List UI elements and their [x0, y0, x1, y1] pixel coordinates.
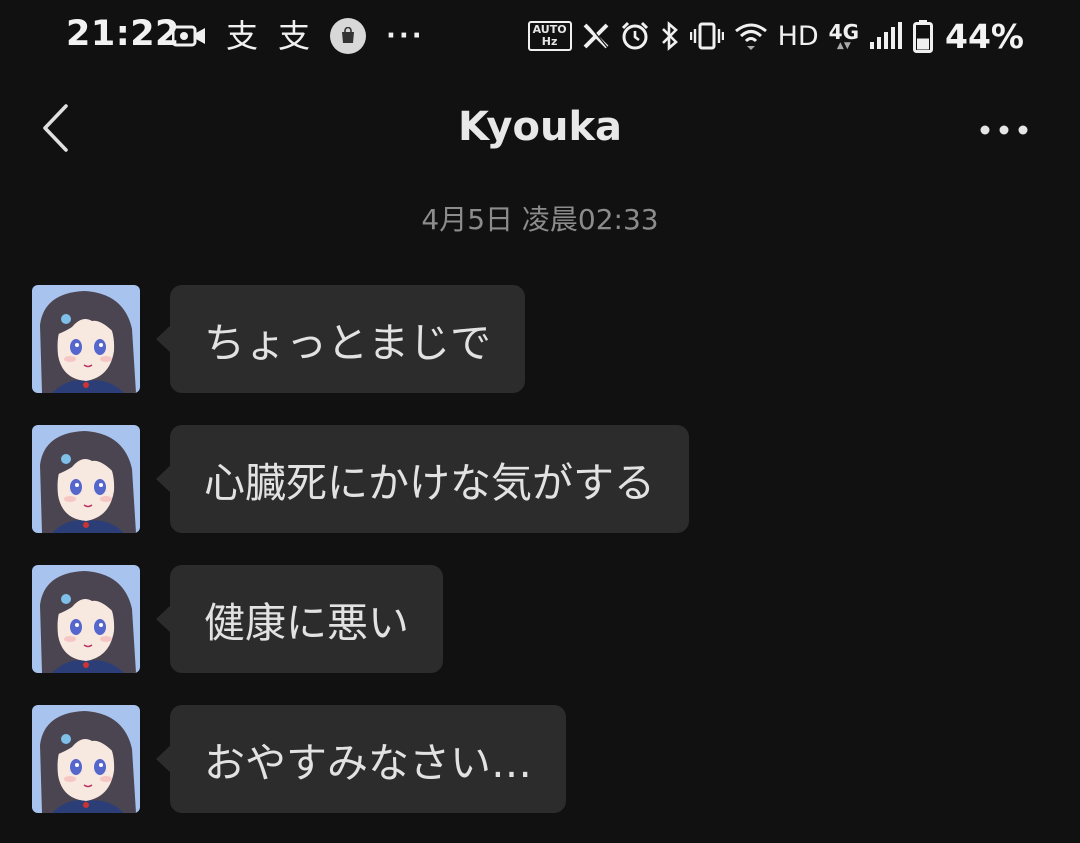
video-record-icon: [172, 24, 206, 48]
avatar[interactable]: [32, 565, 140, 673]
more-options-button[interactable]: [974, 112, 1034, 148]
more-horizontal-icon: [979, 121, 1029, 140]
battery-percent: 44%: [945, 16, 1024, 56]
chat-screen: 21:22 支 支 ··· AUTO Hz HD 4G ▲▼ 44% Kyouk…: [0, 0, 1080, 843]
battery-icon: [913, 19, 933, 53]
hd-voice-indicator: HD: [777, 20, 819, 52]
app-notification-icon: 支: [278, 17, 311, 55]
message-row: おやすみなさい…: [32, 705, 566, 813]
message-bubble[interactable]: おやすみなさい…: [156, 705, 566, 813]
message-row: 健康に悪い: [32, 565, 443, 673]
vibrate-icon: [689, 21, 724, 51]
x-app-icon: [582, 22, 610, 50]
avatar[interactable]: [32, 425, 140, 533]
wifi-icon: [734, 21, 768, 51]
status-time: 21:22: [66, 14, 180, 54]
message-bubble[interactable]: ちょっとまじで: [156, 285, 525, 393]
message-bubble[interactable]: 心臓死にかけな気がする: [156, 425, 689, 533]
chat-title: Kyouka: [457, 104, 623, 150]
avatar[interactable]: [32, 705, 140, 813]
message-row: ちょっとまじで: [32, 285, 525, 393]
message-bubble[interactable]: 健康に悪い: [156, 565, 443, 673]
message-row: 心臓死にかけな気がする: [32, 425, 689, 533]
network-type-indicator: 4G ▲▼: [828, 19, 859, 51]
status-left-icons: 支 支 ···: [172, 16, 425, 56]
message-timestamp: 4月5日 凌晨02:33: [421, 203, 659, 236]
shopping-bag-icon: [330, 18, 367, 54]
alarm-icon: [620, 21, 650, 51]
auto-refresh-rate-icon: AUTO Hz: [527, 21, 572, 51]
status-bar: 21:22 支 支 ··· AUTO Hz HD 4G ▲▼ 44%: [0, 0, 1080, 72]
bluetooth-icon: [660, 21, 680, 51]
app-notification-icon: 支: [226, 17, 259, 55]
signal-strength-icon: [869, 22, 903, 50]
chat-header: Kyouka: [0, 90, 1080, 170]
more-notifications-icon: ···: [386, 21, 425, 51]
status-right-icons: AUTO Hz HD 4G ▲▼ 44%: [527, 14, 1024, 58]
avatar[interactable]: [32, 285, 140, 393]
